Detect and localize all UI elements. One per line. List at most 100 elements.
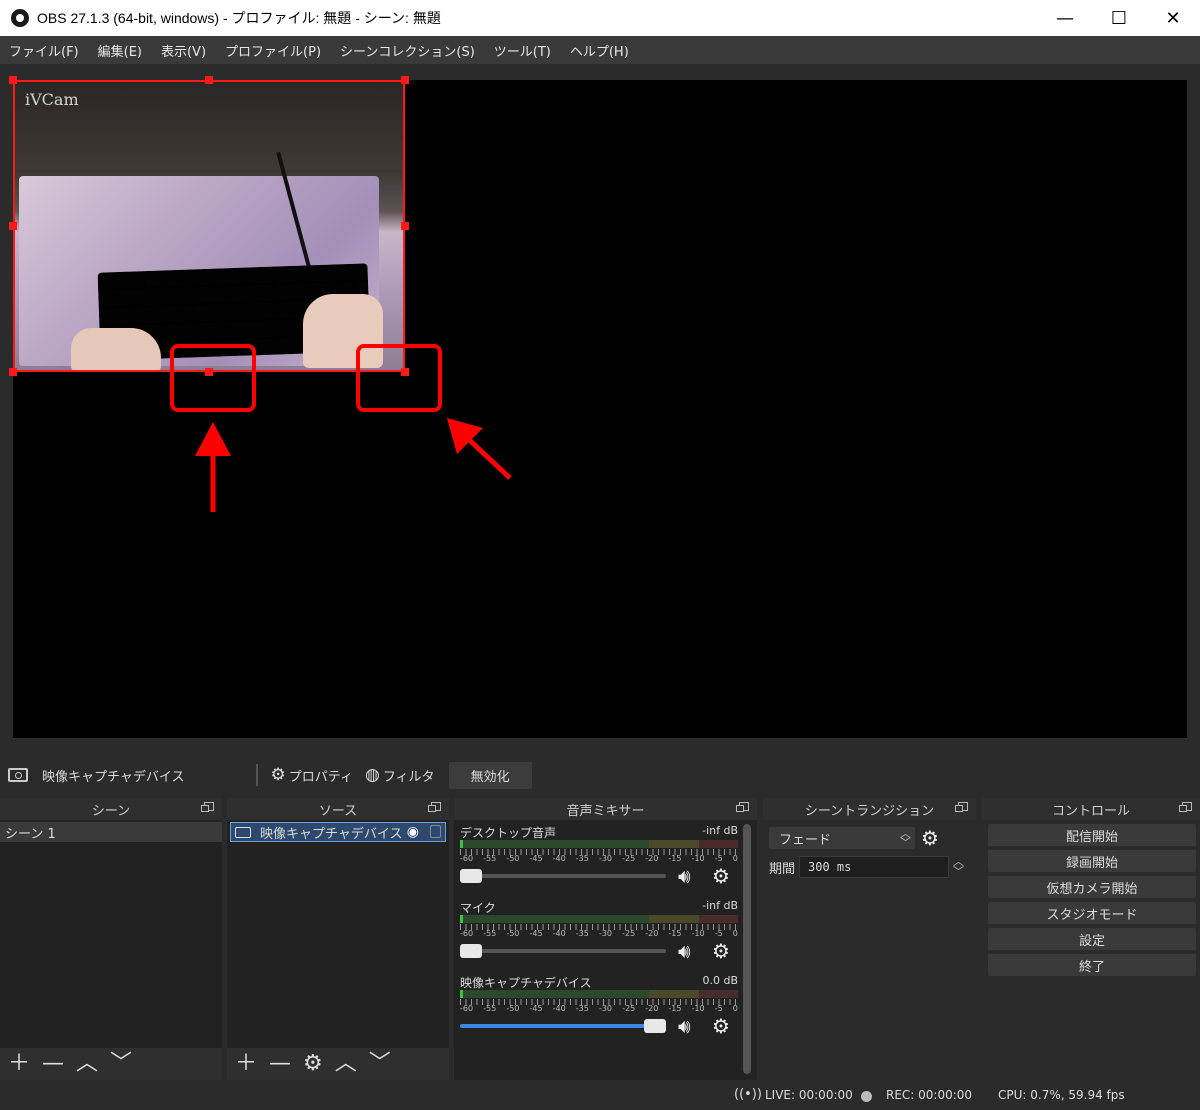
meter-scale-label: 0 [732,854,738,863]
volume-fader[interactable] [460,1019,666,1033]
gear-icon: ⚙ [270,765,286,785]
menu-view[interactable]: 表示(V) [161,41,206,60]
mixer-channel: マイク -inf dB -60 -55 -50 -45 -40 -35 -30 -25 -20 -15… [460,895,738,970]
scene-item[interactable]: シーン 1 [0,822,222,842]
meter-scale-label: -20 [645,854,659,863]
close-button[interactable]: ✕ [1146,0,1200,36]
volume-meter [460,840,738,848]
move-scene-up-button[interactable]: ︿ [76,1053,98,1075]
meter-scale-label: -60 [460,929,474,938]
source-toolbar: 映像キャプチャデバイス ⚙ プロパティ ◍ フィルタ 無効化 [0,758,1200,792]
duration-input[interactable]: 300 ms ︿ ﹀ [799,856,964,878]
properties-button[interactable]: ⚙ プロパティ [270,765,352,785]
meter-level [460,915,463,923]
fader-knob[interactable] [644,1019,666,1033]
selected-source-name: 映像キャプチャデバイス [42,769,185,785]
add-scene-button[interactable]: ＋ [8,1053,30,1075]
properties-label: プロパティ [288,769,353,785]
settings-button[interactable]: 設定 [988,928,1196,950]
menu-scene-collection[interactable]: シーンコレクション(S) [340,41,475,60]
meter-scale-label: -55 [483,1004,497,1013]
scene-transitions-dock: シーントランジション フェード ︿ ﹀ ⚙ 期間 300 ms ︿ ﹀ [763,798,976,1080]
meter-scale-label: -15 [668,854,682,863]
start-virtual-camera-button[interactable]: 仮想カメラ開始 [988,876,1196,898]
annotation-arrows [195,418,512,512]
preview-canvas[interactable]: iVCam [9,76,1187,738]
live-broadcast-icon: ((•)) [734,1087,762,1102]
move-source-up-button[interactable]: ︿ [335,1053,357,1075]
meter-scale-label: -35 [575,854,589,863]
start-streaming-button[interactable]: 配信開始 [988,824,1196,846]
menu-tools[interactable]: ツール(T) [494,41,551,60]
scenes-dock: シーン シーン 1 ＋ — ︿ ﹀ [0,798,222,1080]
mixer-channel: 映像キャプチャデバイス 0.0 dB -60 -55 -50 -45 -40 -35 -30 -2… [460,970,738,1045]
studio-mode-button[interactable]: スタジオモード [988,902,1196,924]
scenes-toolbar: ＋ — ︿ ﹀ [0,1048,222,1080]
meter-scale-label: -60 [460,854,474,863]
duration-label: 期間 [769,861,796,877]
source-properties-gear-icon[interactable]: ⚙ [303,1053,323,1075]
start-recording-button[interactable]: 録画開始 [988,850,1196,872]
fader-knob[interactable] [460,944,482,958]
dock-float-icon[interactable] [955,802,968,812]
volume-fader[interactable] [460,869,666,883]
remove-scene-button[interactable]: — [42,1053,64,1075]
filters-button[interactable]: ◍ フィルタ [365,765,435,785]
meter-scale-label: -10 [691,929,705,938]
channel-settings-gear-icon[interactable]: ⚙ [712,864,730,888]
transition-selected-value: フェード [779,832,832,848]
remove-source-button[interactable]: — [269,1053,291,1075]
controls-dock-header: コントロール [982,798,1200,820]
speaker-icon[interactable]: 🔊︎ [678,939,691,963]
dock-float-icon[interactable] [1179,802,1192,812]
title-bar: OBS 27.1.3 (64-bit, windows) - プロファイル: 無… [0,0,1200,36]
menu-file[interactable]: ファイル(F) [9,41,79,60]
meter-scale-label: -5 [714,1004,723,1013]
fader-knob[interactable] [460,869,482,883]
speaker-icon[interactable]: 🔊︎ [678,1014,691,1038]
meter-scale-label: -45 [529,854,543,863]
channel-settings-gear-icon[interactable]: ⚙ [712,939,730,963]
live-timer: LIVE: 00:00:00 [765,1088,853,1102]
dock-float-icon[interactable] [201,802,214,812]
meter-scale-label: -45 [529,929,543,938]
menu-help[interactable]: ヘルプ(H) [570,41,629,60]
channel-db: -inf dB [702,899,738,912]
minimize-button[interactable]: — [1038,0,1092,36]
volume-fader[interactable] [460,944,666,958]
disable-button[interactable]: 無効化 [448,761,532,789]
controls-dock-title: コントロール [1051,803,1130,819]
source-item-label: 映像キャプチャデバイス [260,826,403,842]
sources-dock: ソース 映像キャプチャデバイス ◉ ＋ — ⚙ ︿ ﹀ [227,798,449,1080]
meter-scale-label: -5 [714,854,723,863]
toolbar-separator [256,764,259,786]
mixer-scrollbar[interactable] [743,824,751,1074]
channel-settings-gear-icon[interactable]: ⚙ [712,1014,730,1038]
controls-dock: コントロール 配信開始 録画開始 仮想カメラ開始 スタジオモード 設定 終了 [982,798,1200,1080]
source-item[interactable]: 映像キャプチャデバイス ◉ [230,822,446,842]
lock-icon[interactable] [430,825,441,838]
transition-select[interactable]: フェード ︿ ﹀ [769,827,915,849]
menu-edit[interactable]: 編集(E) [98,41,142,60]
transition-settings-gear-icon[interactable]: ⚙ [921,826,939,850]
speaker-icon[interactable]: 🔊︎ [678,864,691,888]
meter-level [460,990,463,998]
meter-scale-label: -50 [506,1004,520,1013]
filters-label: フィルタ [382,769,435,785]
maximize-button[interactable]: ☐ [1092,0,1146,36]
status-bar: ((•)) LIVE: 00:00:00 REC: 00:00:00 CPU: … [0,1082,1200,1110]
add-source-button[interactable]: ＋ [235,1053,257,1075]
duration-value: 300 ms [808,860,852,874]
exit-button[interactable]: 終了 [988,954,1196,976]
move-scene-down-button[interactable]: ﹀ [110,1053,132,1075]
cpu-fps: CPU: 0.7%, 59.94 fps [998,1088,1125,1102]
move-source-down-button[interactable]: ﹀ [369,1053,391,1075]
spin-chevron-icon[interactable]: ︿ ﹀ [953,856,964,877]
mixer-dock-title: 音声ミキサー [566,803,645,819]
meter-scale-label: -25 [622,929,636,938]
dock-float-icon[interactable] [736,802,749,812]
meter-scale-label: -40 [552,1004,566,1013]
menu-profile[interactable]: プロファイル(P) [225,41,321,60]
visibility-eye-icon[interactable]: ◉ [407,824,419,840]
dock-float-icon[interactable] [428,802,441,812]
